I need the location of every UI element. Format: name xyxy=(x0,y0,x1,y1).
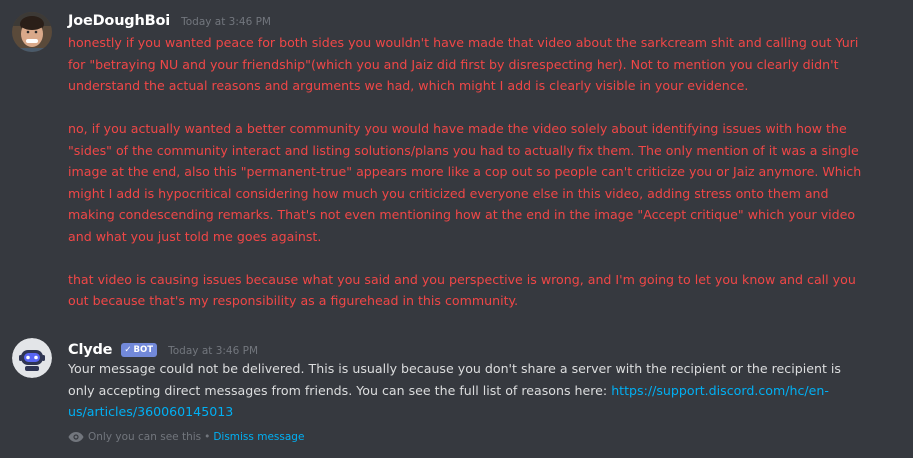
text-line: understand the actual reasons and argume… xyxy=(68,78,749,93)
text-line: only accepting direct messages from frie… xyxy=(68,380,904,402)
support-link-continued[interactable]: us/articles/360060145013 xyxy=(68,404,233,419)
check-icon: ✓ xyxy=(124,345,132,355)
text-line: making condescending remarks. That's not… xyxy=(68,207,856,222)
bot-badge-label: BOT xyxy=(133,345,154,355)
text-line: no, if you actually wanted a better comm… xyxy=(68,121,847,136)
support-link[interactable]: https://support.discord.com/hc/en- xyxy=(611,383,829,398)
text-line: image at the end, also this "permanent-t… xyxy=(68,164,862,179)
timestamp: Today at 3:46 PM xyxy=(181,16,271,28)
text-line: for "betraying NU and your friendship"(w… xyxy=(68,56,839,72)
text-line: and what you just told me goes against. xyxy=(68,228,322,244)
username[interactable]: Clyde xyxy=(68,342,112,358)
paragraph: honestly if you wanted peace for both si… xyxy=(68,32,904,97)
text-line: out because that's my responsibility as … xyxy=(68,293,519,308)
text-line: Your message could not be delivered. Thi… xyxy=(68,361,841,376)
avatar[interactable] xyxy=(12,338,52,378)
user-avatar-image xyxy=(12,12,52,52)
text-line: that video is causing issues because wha… xyxy=(68,271,856,287)
message-header: JoeDoughBoi Today at 3:46 PM xyxy=(68,10,271,29)
text-line: "sides" of the community interact and li… xyxy=(68,142,859,158)
text-segment: only accepting direct messages from frie… xyxy=(68,382,612,398)
ephemeral-text: Only you can see this xyxy=(88,431,202,443)
text-line: honestly if you wanted peace for both si… xyxy=(68,35,859,50)
separator: • xyxy=(204,431,211,443)
bot-badge: ✓ BOT xyxy=(121,343,158,357)
message-content: honestly if you wanted peace for both si… xyxy=(68,32,904,312)
eye-icon xyxy=(68,432,84,442)
message-content: Your message could not be delivered. Thi… xyxy=(68,358,904,423)
avatar[interactable] xyxy=(12,12,52,52)
text-line: might I add is hypocritical considering … xyxy=(68,185,829,201)
message-header: Clyde ✓ BOT Today at 3:46 PM xyxy=(68,339,258,358)
timestamp: Today at 3:46 PM xyxy=(168,345,259,357)
paragraph: that video is causing issues because wha… xyxy=(68,269,904,312)
ephemeral-notice: Only you can see this • Dismiss message xyxy=(68,431,304,443)
clyde-bot-avatar-icon xyxy=(12,338,52,378)
dismiss-message-link[interactable]: Dismiss message xyxy=(213,431,304,443)
paragraph: no, if you actually wanted a better comm… xyxy=(68,118,904,247)
username[interactable]: JoeDoughBoi xyxy=(68,13,170,29)
text-line: us/articles/360060145013 xyxy=(68,401,904,423)
